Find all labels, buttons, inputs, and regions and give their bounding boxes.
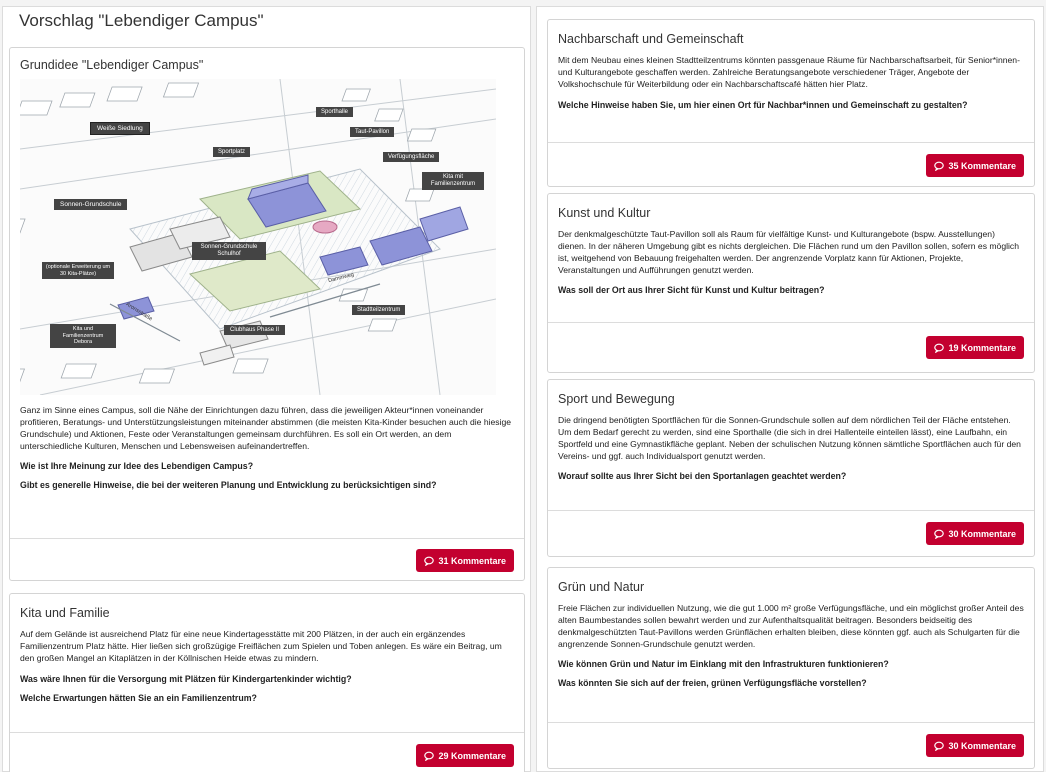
card-question: Was soll der Ort aus Ihrer Sicht für Kun… [558, 285, 825, 296]
comments-button-label: 29 Kommentare [438, 750, 506, 761]
card-grundidee: Grundidee "Lebendiger Campus" Weiße Sied… [9, 47, 525, 581]
card-divider [548, 510, 1034, 511]
card-question: Was wäre Ihnen für die Versorgung mit Pl… [20, 673, 352, 684]
comments-button[interactable]: 29 Kommentare [416, 744, 514, 767]
comment-icon [934, 161, 945, 171]
card-kita-familie: Kita und Familie Auf dem Gelände ist aus… [9, 593, 525, 772]
card-title: Grundidee "Lebendiger Campus" [20, 58, 204, 72]
comment-icon [934, 741, 945, 751]
comments-button-label: 30 Kommentare [948, 740, 1016, 751]
card-divider [10, 732, 524, 733]
comments-button-label: 19 Kommentare [948, 342, 1016, 353]
card-question: Gibt es generelle Hinweise, die bei der … [20, 480, 437, 491]
card-title: Kunst und Kultur [558, 206, 651, 220]
card-question: Welche Hinweise haben Sie, um hier einen… [558, 99, 968, 110]
card-gruen-natur: Grün und Natur Freie Flächen zur individ… [547, 567, 1035, 769]
map-label: Kita mit Familienzentrum [422, 172, 484, 191]
card-title: Kita und Familie [20, 606, 110, 620]
card-text: Der denkmalgeschützte Taut-Pavillon soll… [558, 229, 1019, 275]
map-label: Sonnen-Grundschule Schulhof [192, 242, 266, 261]
card-text: Ganz im Sinne eines Campus, soll die Näh… [20, 405, 512, 451]
card-text: Die dringend benötigten Sportflächen für… [558, 415, 1021, 461]
map-label: (optionale Erweiterung um 30 Kita-Plätze… [42, 262, 114, 280]
map-label: Kita und Familienzentrum Debora [50, 324, 116, 348]
card-kunst-kultur: Kunst und Kultur Der denkmalgeschützte T… [547, 193, 1035, 373]
card-title: Grün und Natur [558, 580, 645, 594]
map-label: Taut-Pavillon [350, 127, 395, 137]
comment-icon [424, 556, 435, 566]
map-label: Weiße Siedlung [90, 122, 150, 135]
campus-map-image: Weiße Siedlung Sporthalle Taut-Pavillon … [10, 78, 497, 396]
comments-button[interactable]: 35 Kommentare [926, 154, 1024, 177]
comments-button-label: 31 Kommentare [438, 555, 506, 566]
card-title: Sport und Bewegung [558, 392, 675, 406]
map-label: Sporthalle [316, 107, 354, 117]
comment-icon [934, 343, 945, 353]
card-question: Welche Erwartungen hätten Sie an ein Fam… [20, 692, 257, 703]
comment-icon [424, 751, 435, 761]
comments-button[interactable]: 31 Kommentare [416, 549, 514, 572]
map-label: Sonnen-Grundschule [54, 199, 128, 210]
comments-button[interactable]: 19 Kommentare [926, 336, 1024, 359]
page-title: Vorschlag "Lebendiger Campus" [19, 11, 264, 30]
card-text: Mit dem Neubau eines kleinen Stadtteilze… [558, 55, 1020, 89]
comments-button[interactable]: 30 Kommentare [926, 522, 1024, 545]
comments-button-label: 30 Kommentare [948, 528, 1016, 539]
card-divider [548, 322, 1034, 323]
card-sport-bewegung: Sport und Bewegung Die dringend benötigt… [547, 379, 1035, 557]
card-question: Wie können Grün und Natur im Einklang mi… [558, 659, 889, 670]
comments-button[interactable]: 30 Kommentare [926, 734, 1024, 757]
card-question: Worauf sollte aus Ihrer Sicht bei den Sp… [558, 471, 847, 482]
left-column: Vorschlag "Lebendiger Campus" Grundidee … [2, 6, 531, 772]
card-divider [548, 142, 1034, 143]
card-question: Wie ist Ihre Meinung zur Idee des Lebend… [20, 461, 254, 472]
map-label: Sportplatz [213, 147, 251, 157]
map-label: Verfügungsfläche [383, 152, 440, 162]
card-divider [10, 538, 524, 539]
right-column: Nachbarschaft und Gemeinschaft Mit dem N… [536, 6, 1044, 772]
card-title: Nachbarschaft und Gemeinschaft [558, 32, 744, 46]
card-question: Was könnten Sie sich auf der freien, grü… [558, 678, 867, 689]
card-divider [548, 722, 1034, 723]
map-label: Stadtteilzentrum [352, 305, 406, 315]
comments-button-label: 35 Kommentare [948, 160, 1016, 171]
card-text: Freie Flächen zur individuellen Nutzung,… [558, 603, 1024, 649]
map-label: Clubhaus Phase II [224, 325, 286, 335]
card-nachbarschaft: Nachbarschaft und Gemeinschaft Mit dem N… [547, 19, 1035, 187]
comment-icon [934, 529, 945, 539]
card-text: Auf dem Gelände ist ausreichend Platz fü… [20, 629, 502, 663]
